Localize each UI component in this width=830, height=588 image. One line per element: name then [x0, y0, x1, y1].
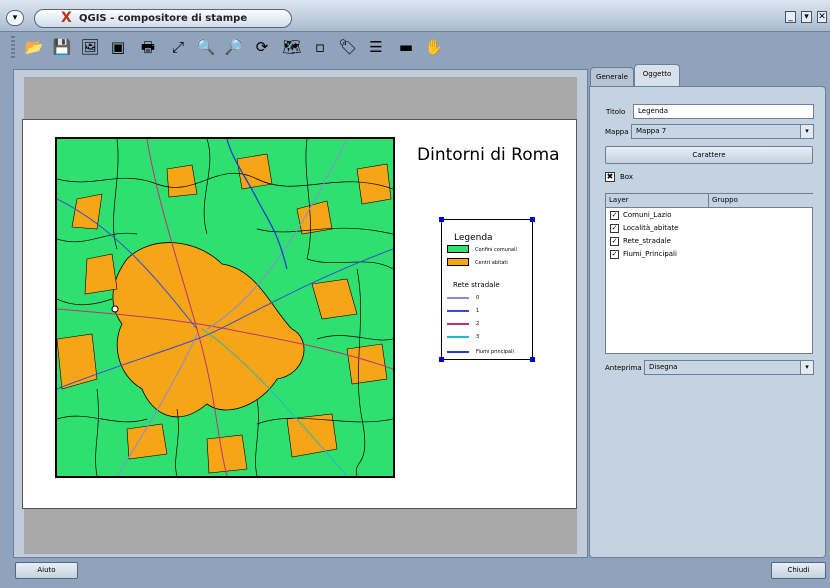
selection-handle[interactable]: [530, 357, 535, 362]
list-item[interactable]: ✓ Fiumi_Principali: [610, 249, 677, 261]
preview-select[interactable]: Disegna ▾: [644, 360, 814, 375]
window-menu-button[interactable]: ▾: [6, 10, 24, 26]
legend-road-label: 2: [476, 321, 480, 327]
legend-road-line: [447, 310, 469, 312]
export-image-icon[interactable]: 🖼: [80, 36, 100, 58]
legend-road-line: [447, 297, 469, 299]
selection-handle[interactable]: [439, 217, 444, 222]
window-caption: X QGIS - compositore di stampe: [34, 9, 292, 28]
legend-label-confini: Confini comunali: [475, 247, 517, 253]
close-button[interactable]: Chiudi: [771, 562, 826, 579]
add-label-icon[interactable]: 🏷: [338, 36, 358, 58]
qgis-logo-icon: X: [61, 10, 72, 26]
legend-road-label: 0: [476, 295, 480, 301]
open-template-icon[interactable]: 📂: [24, 36, 44, 58]
box-label: Box: [620, 173, 634, 181]
column-header-layer[interactable]: Layer: [606, 194, 709, 208]
add-image-icon[interactable]: ▫: [310, 36, 330, 58]
legend-swatch-centri: [447, 258, 469, 266]
zoom-out-icon[interactable]: 🔎: [224, 36, 244, 58]
layer-name: Rete_stradale: [623, 237, 671, 245]
legend-river-line: [447, 351, 469, 353]
box-checkbox[interactable]: ✖: [605, 172, 615, 182]
layer-checkbox[interactable]: ✓: [610, 210, 619, 220]
preview-select-value: Disegna: [649, 363, 678, 371]
close-window-button[interactable]: ✕: [817, 11, 827, 23]
select-move-icon[interactable]: ✋: [424, 36, 444, 58]
layer-name: Fiumi_Principali: [623, 250, 677, 258]
anteprima-label: Anteprima: [605, 364, 642, 372]
legend-road-label: 1: [476, 308, 480, 314]
title-bar: ▾ X QGIS - compositore di stampe _ ▾ ✕: [0, 0, 830, 32]
map-image: [57, 139, 393, 476]
legend-road-label: 3: [476, 334, 480, 340]
chevron-down-icon: ▾: [800, 125, 813, 138]
list-item[interactable]: ✓ Comuni_Lazio: [610, 210, 671, 222]
legend-roads-title: Rete stradale: [453, 281, 500, 289]
titolo-label: Titolo: [606, 108, 626, 116]
print-icon[interactable]: 🖶: [138, 36, 158, 58]
tab-oggetto[interactable]: Oggetto: [634, 64, 680, 87]
layer-checkbox[interactable]: ✓: [610, 236, 619, 246]
layers-list[interactable]: Layer Gruppo ✓ Comuni_Lazio ✓ Località_abi…: [605, 193, 813, 354]
column-header-gruppo[interactable]: Gruppo: [709, 194, 813, 208]
selection-handle[interactable]: [530, 217, 535, 222]
list-item[interactable]: ✓ Località_abitate: [610, 223, 678, 235]
mappa-label: Mappa: [605, 128, 629, 136]
export-svg-icon[interactable]: ▣: [108, 36, 128, 58]
layer-checkbox[interactable]: ✓: [610, 249, 619, 259]
legend-swatch-confini: [447, 245, 469, 253]
map-select[interactable]: Mappa 7 ▾: [631, 124, 814, 139]
add-scalebar-icon[interactable]: ▬: [396, 36, 416, 58]
legend-title-field[interactable]: Legenda: [633, 104, 814, 119]
layer-name: Località_abitate: [623, 224, 679, 232]
window-title: QGIS - compositore di stampe: [79, 13, 248, 24]
selection-handle[interactable]: [439, 357, 444, 362]
refresh-icon[interactable]: ⟳: [252, 36, 272, 58]
tab-generale[interactable]: Generale: [590, 67, 634, 87]
help-button[interactable]: Aiuto: [15, 562, 78, 579]
map-select-value: Mappa 7: [636, 127, 667, 135]
list-item[interactable]: ✓ Rete_stradale: [610, 236, 671, 248]
layer-name: Comuni_Lazio: [623, 211, 672, 219]
add-map-icon[interactable]: 🗺: [282, 36, 302, 58]
layer-checkbox[interactable]: ✓: [610, 223, 619, 233]
maximize-button[interactable]: ▾: [801, 11, 812, 23]
minimize-button[interactable]: _: [785, 11, 796, 23]
toolbar-grip[interactable]: [11, 36, 15, 58]
map-title-label[interactable]: Dintorni di Roma: [417, 145, 560, 165]
legend-title: Legenda: [454, 233, 493, 243]
font-button[interactable]: Carattere: [605, 146, 813, 164]
chevron-down-icon: ▾: [800, 361, 813, 374]
legend-label-centri: Centri abitati: [475, 260, 508, 266]
map-item[interactable]: [55, 137, 395, 478]
composer-toolbar: 📂 💾 🖼 ▣ 🖶 ⤢ 🔍 🔎 ⟳ 🗺 ▫ 🏷 ☰ ▬ ✋: [0, 33, 830, 65]
legend-item[interactable]: Legenda Confini comunali Centri abitati …: [439, 217, 535, 362]
zoom-full-icon[interactable]: ⤢: [168, 36, 188, 58]
legend-road-line: [447, 323, 469, 325]
save-template-icon[interactable]: 💾: [52, 36, 72, 58]
legend-river-label: Fiumi principali: [476, 349, 514, 355]
zoom-in-icon[interactable]: 🔍: [196, 36, 216, 58]
add-legend-icon[interactable]: ☰: [366, 36, 386, 58]
legend-road-line: [447, 336, 469, 338]
